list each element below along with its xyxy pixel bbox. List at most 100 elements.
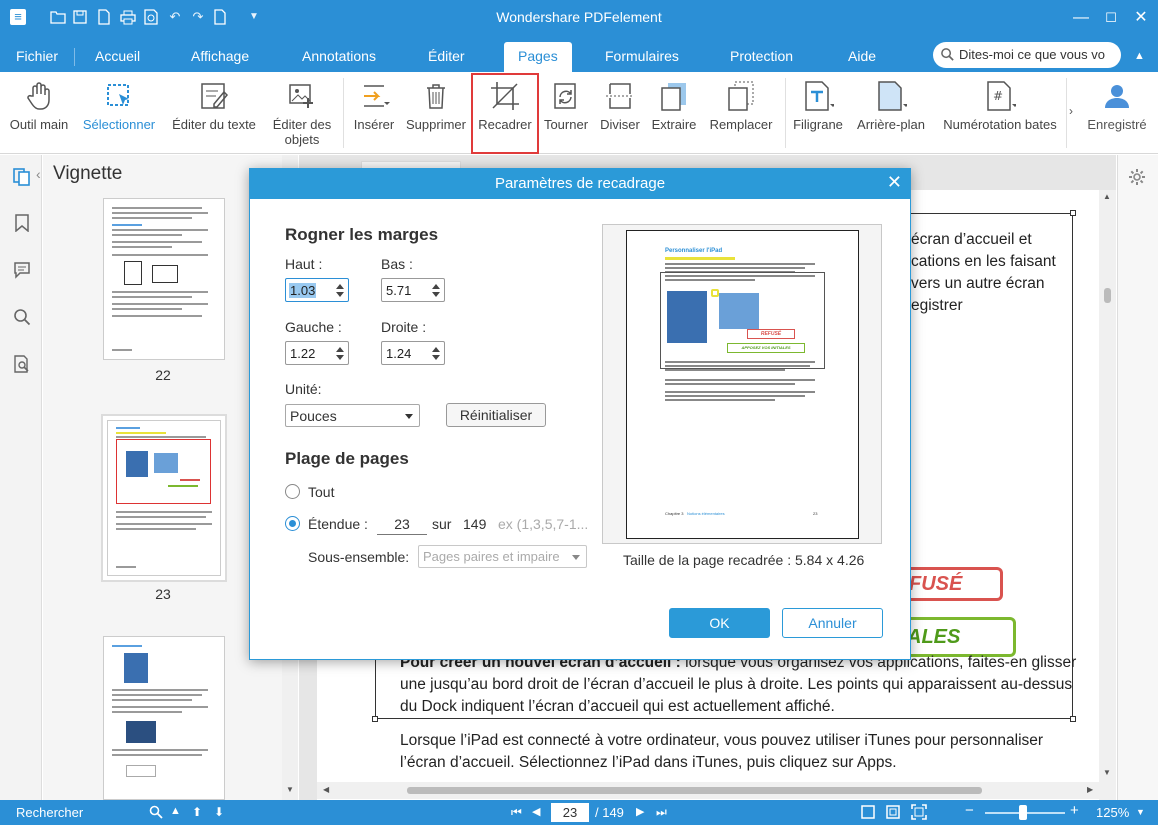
reset-button[interactable]: Réinitialiser: [446, 403, 546, 427]
tab-accueil[interactable]: Accueil: [95, 48, 140, 64]
right-margin-stepper[interactable]: 1.24: [381, 341, 445, 365]
tab-fichier[interactable]: Fichier: [16, 48, 58, 64]
bottom-margin-stepper[interactable]: 5.71: [381, 278, 445, 302]
doc-paragraph-line: du Dock indiquent l’écran d’accueil qui …: [400, 698, 835, 715]
dialog-close-icon[interactable]: ✕: [887, 172, 902, 193]
document-vertical-scrollbar[interactable]: ▲ ▼: [1099, 190, 1116, 800]
spin-up-icon[interactable]: [336, 347, 344, 352]
arrow-up-icon[interactable]: ⬆: [192, 805, 202, 819]
account-button[interactable]: Enregistré: [1082, 72, 1152, 152]
chevron-down-icon: [572, 555, 580, 560]
spin-down-icon[interactable]: [336, 355, 344, 360]
tab-formulaires[interactable]: Formulaires: [605, 48, 679, 64]
thumbnail-page-22[interactable]: [103, 198, 225, 360]
page-range-heading: Plage de pages: [285, 449, 409, 468]
top-margin-stepper[interactable]: 1.03: [285, 278, 349, 302]
maximize-icon[interactable]: ☐: [1101, 8, 1121, 28]
comment-icon[interactable]: [13, 261, 31, 279]
search-icon[interactable]: [149, 805, 163, 819]
scrollbar-thumb[interactable]: [1104, 288, 1111, 303]
zoom-in-icon[interactable]: +: [1070, 802, 1079, 819]
ribbon-scroll-right-icon[interactable]: ›: [1069, 104, 1073, 118]
crop-button-highlight: [471, 73, 539, 154]
right-sidebar: [1117, 155, 1158, 800]
tab-aide[interactable]: Aide: [848, 48, 876, 64]
thumbnail-page-23[interactable]: [107, 420, 221, 576]
delete-page-button[interactable]: Supprimer: [402, 72, 470, 152]
doc-text-fragment: écran d’accueil et: [911, 231, 1032, 248]
settings-gear-icon[interactable]: [1128, 168, 1146, 186]
spin-down-icon[interactable]: [432, 292, 440, 297]
full-screen-icon[interactable]: [911, 804, 927, 820]
background-button[interactable]: Arrière-plan: [851, 72, 931, 152]
hscrollbar-thumb[interactable]: [407, 787, 982, 794]
left-margin-label: Gauche :: [285, 319, 342, 335]
next-page-icon[interactable]: ▶: [636, 805, 644, 818]
bates-numbering-button[interactable]: # Numérotation bates: [935, 72, 1065, 152]
collapse-ribbon-icon[interactable]: ▲: [1134, 50, 1145, 62]
fit-width-icon[interactable]: [886, 805, 900, 819]
arrow-down-icon[interactable]: ⬇: [214, 805, 224, 819]
status-search-label[interactable]: Rechercher: [16, 805, 83, 820]
minimize-icon[interactable]: —: [1071, 8, 1091, 28]
range-total: 149: [463, 516, 487, 532]
initials-stamp[interactable]: ALES: [905, 617, 1016, 657]
collapse-panel-icon[interactable]: ‹: [36, 166, 41, 182]
tab-editer[interactable]: Éditer: [428, 48, 465, 64]
select-tool-button[interactable]: Sélectionner: [76, 72, 162, 152]
document-horizontal-scrollbar[interactable]: ◀ ▶: [317, 782, 1099, 799]
zoom-dropdown-icon[interactable]: ▼: [1136, 807, 1145, 817]
tab-protection[interactable]: Protection: [730, 48, 793, 64]
rotate-button[interactable]: Tourner: [540, 72, 592, 152]
tab-annotations[interactable]: Annotations: [302, 48, 376, 64]
page-total: / 149: [595, 805, 624, 820]
background-label: Arrière-plan: [857, 117, 925, 132]
refused-stamp[interactable]: FUSÉ: [905, 567, 1003, 601]
spin-down-icon[interactable]: [336, 292, 344, 297]
watermark-button[interactable]: Filigrane: [789, 72, 847, 152]
tab-pages[interactable]: Pages: [504, 42, 572, 72]
unit-select[interactable]: Pouces: [285, 404, 420, 427]
thumbnail-page-24[interactable]: [103, 636, 225, 800]
tab-affichage[interactable]: Affichage: [191, 48, 249, 64]
edit-objects-icon: [289, 84, 313, 108]
zoom-level[interactable]: 125%: [1096, 805, 1129, 820]
doc-text-fragment: egistrer: [911, 297, 963, 314]
spin-up-icon[interactable]: [432, 284, 440, 289]
zoom-slider-thumb[interactable]: [1019, 805, 1028, 820]
subset-select[interactable]: Pages paires et impaire: [418, 545, 587, 568]
hand-tool-button[interactable]: Outil main: [4, 72, 74, 152]
spin-up-icon[interactable]: [432, 347, 440, 352]
zoom-out-icon[interactable]: −: [965, 802, 974, 819]
edit-objects-button[interactable]: Éditer des objets: [266, 72, 338, 152]
all-pages-radio[interactable]: [285, 484, 300, 499]
page-search-icon[interactable]: [13, 355, 31, 373]
left-margin-stepper[interactable]: 1.22: [285, 341, 349, 365]
split-button[interactable]: Diviser: [594, 72, 646, 152]
last-page-icon[interactable]: ⏭: [656, 805, 667, 820]
find-previous-icon[interactable]: ▲: [170, 805, 181, 817]
spin-down-icon[interactable]: [432, 355, 440, 360]
help-search-input[interactable]: Dites-moi ce que vous vo: [933, 42, 1121, 68]
page-number-input[interactable]: 23: [551, 803, 589, 822]
preview-footer-page: 23: [813, 511, 818, 516]
page-range-input[interactable]: 23: [377, 516, 427, 535]
close-icon[interactable]: ✕: [1131, 8, 1151, 28]
previous-page-icon[interactable]: ◀: [532, 805, 540, 818]
first-page-icon[interactable]: ⏮: [511, 805, 522, 820]
page-range-label: Étendue :: [308, 516, 368, 532]
preview-footer-title: Notions élémentaires: [687, 511, 725, 516]
thumbnails-icon[interactable]: [13, 168, 31, 186]
extract-button[interactable]: Extraire: [648, 72, 700, 152]
cancel-button[interactable]: Annuler: [782, 608, 883, 638]
spin-up-icon[interactable]: [336, 284, 344, 289]
search-panel-icon[interactable]: [13, 308, 31, 326]
edit-text-button[interactable]: Éditer du texte: [164, 72, 264, 152]
bookmark-icon[interactable]: [13, 214, 31, 232]
replace-button[interactable]: Remplacer: [704, 72, 778, 152]
insert-page-button[interactable]: Insérer: [348, 72, 400, 152]
page-range-radio[interactable]: [285, 516, 300, 531]
ok-button[interactable]: OK: [669, 608, 770, 638]
crop-settings-dialog: Paramètres de recadrage ✕ Rogner les mar…: [249, 168, 911, 660]
fit-page-icon[interactable]: [861, 805, 875, 819]
